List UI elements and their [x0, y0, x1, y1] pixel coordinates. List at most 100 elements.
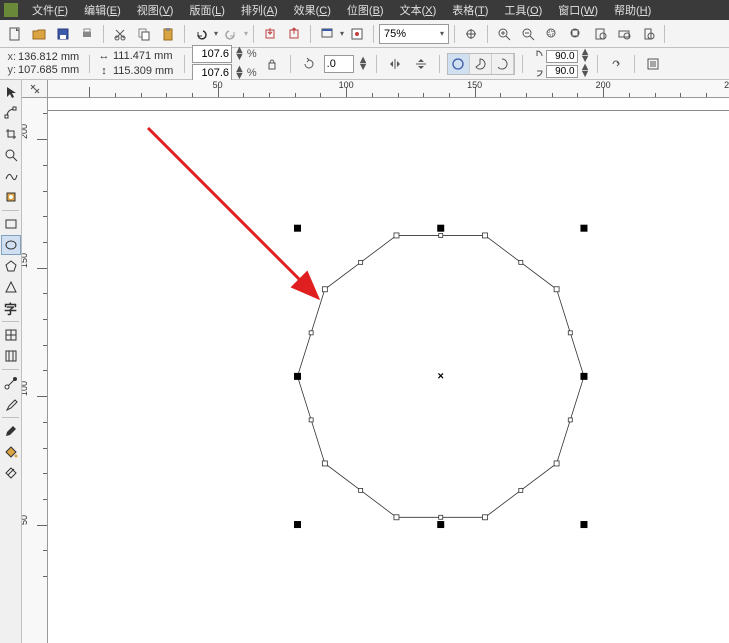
spinner[interactable]: ▲▼	[234, 66, 245, 80]
midpoint-handle[interactable]	[519, 260, 523, 264]
save-button[interactable]	[52, 23, 74, 45]
redo-drop-icon[interactable]: ▾	[244, 29, 248, 38]
object-width[interactable]: ↔ 111.471 mm	[97, 49, 177, 63]
table-tool[interactable]	[1, 325, 21, 345]
fill-tool[interactable]	[1, 442, 21, 462]
menu-table[interactable]: 表格(T)	[446, 0, 494, 20]
selection-handle[interactable]	[437, 521, 444, 528]
spinner[interactable]: ▲▼	[234, 47, 245, 61]
selection-handle[interactable]	[294, 521, 301, 528]
end-angle-input[interactable]	[546, 65, 578, 78]
menu-effects[interactable]: 效果(C)	[288, 0, 337, 20]
scale-x[interactable]: ▲▼ %	[192, 45, 257, 63]
selection-handle[interactable]	[294, 373, 301, 380]
midpoint-handle[interactable]	[309, 418, 313, 422]
mirror-h-button[interactable]	[384, 53, 406, 75]
print-button[interactable]	[76, 23, 98, 45]
node-handle[interactable]	[394, 233, 399, 238]
selection-handle[interactable]	[437, 225, 444, 232]
export-button[interactable]	[283, 23, 305, 45]
midpoint-handle[interactable]	[568, 418, 572, 422]
polygon-tool[interactable]	[1, 256, 21, 276]
zoom-in-button[interactable]	[493, 23, 515, 45]
midpoint-handle[interactable]	[359, 260, 363, 264]
zoom-out-button[interactable]	[517, 23, 539, 45]
node-handle[interactable]	[322, 461, 327, 466]
zoom-width-button[interactable]	[613, 23, 635, 45]
zoom-tool[interactable]	[1, 145, 21, 165]
ellipse-tool[interactable]	[1, 235, 21, 255]
snap-button[interactable]	[460, 23, 482, 45]
cut-button[interactable]	[109, 23, 131, 45]
menu-text[interactable]: 文本(X)	[394, 0, 443, 20]
ellipse-mode-button[interactable]	[448, 54, 470, 74]
freehand-tool[interactable]	[1, 166, 21, 186]
undo-button[interactable]	[190, 23, 212, 45]
paste-button[interactable]	[157, 23, 179, 45]
node-handle[interactable]	[482, 233, 487, 238]
zoom-all-button[interactable]	[565, 23, 587, 45]
midpoint-handle[interactable]	[439, 515, 443, 519]
node-handle[interactable]	[554, 461, 559, 466]
wrap-button[interactable]	[642, 53, 664, 75]
node-handle[interactable]	[322, 287, 327, 292]
dimension-tool[interactable]	[1, 346, 21, 366]
start-angle-input[interactable]	[546, 50, 578, 63]
redo-button[interactable]	[220, 23, 242, 45]
launcher-drop-icon[interactable]: ▾	[340, 29, 344, 38]
node-handle[interactable]	[394, 515, 399, 520]
menu-file[interactable]: 文件(F)	[26, 0, 74, 20]
midpoint-handle[interactable]	[359, 488, 363, 492]
crop-tool[interactable]	[1, 124, 21, 144]
midpoint-handle[interactable]	[439, 233, 443, 237]
app-launcher-button[interactable]	[316, 23, 338, 45]
spinner[interactable]: ▲▼	[580, 64, 591, 78]
zoom-select[interactable]: 75%	[379, 24, 449, 44]
menu-window[interactable]: 窗口(W)	[552, 0, 604, 20]
zoom-selection-button[interactable]	[541, 23, 563, 45]
welcome-button[interactable]	[346, 23, 368, 45]
midpoint-handle[interactable]	[519, 488, 523, 492]
node-handle[interactable]	[482, 515, 487, 520]
drawing-canvas[interactable]: ×	[48, 98, 729, 643]
selection-handle[interactable]	[294, 225, 301, 232]
shape-tool[interactable]	[1, 103, 21, 123]
end-angle[interactable]: ▲▼	[530, 64, 591, 78]
arc-mode-button[interactable]	[492, 54, 514, 74]
menu-arrange[interactable]: 排列(A)	[235, 0, 284, 20]
open-button[interactable]	[28, 23, 50, 45]
midpoint-handle[interactable]	[309, 331, 313, 335]
menu-layout[interactable]: 版面(L)	[183, 0, 230, 20]
blend-tool[interactable]	[1, 373, 21, 393]
selection-handle[interactable]	[580, 521, 587, 528]
pie-mode-button[interactable]	[470, 54, 492, 74]
rectangle-tool[interactable]	[1, 214, 21, 234]
menu-edit[interactable]: 编辑(E)	[78, 0, 127, 20]
selection-handle[interactable]	[580, 225, 587, 232]
object-height[interactable]: ↕ 115.309 mm	[97, 64, 177, 78]
zoom-page-button[interactable]	[589, 23, 611, 45]
import-button[interactable]	[259, 23, 281, 45]
ruler-corner[interactable]	[22, 80, 48, 98]
center-marker[interactable]: ×	[438, 370, 444, 382]
outline-tool[interactable]	[1, 421, 21, 441]
mirror-v-button[interactable]	[410, 53, 432, 75]
menu-view[interactable]: 视图(V)	[131, 0, 180, 20]
rotation-input[interactable]	[324, 55, 354, 73]
pick-tool[interactable]	[1, 82, 21, 102]
smart-fill-tool[interactable]	[1, 187, 21, 207]
selection-handle[interactable]	[580, 373, 587, 380]
interactive-fill-tool[interactable]	[1, 463, 21, 483]
spinner[interactable]: ▲▼	[358, 57, 369, 71]
midpoint-handle[interactable]	[568, 331, 572, 335]
menu-tools[interactable]: 工具(O)	[498, 0, 548, 20]
eyedropper-tool[interactable]	[1, 394, 21, 414]
copy-button[interactable]	[133, 23, 155, 45]
direction-button[interactable]	[605, 53, 627, 75]
text-tool[interactable]: 字	[1, 298, 21, 318]
ruler-vertical[interactable]: 20015010050	[22, 98, 48, 643]
scale-x-input[interactable]	[192, 45, 232, 63]
menu-help[interactable]: 帮助(H)	[608, 0, 657, 20]
node-handle[interactable]	[554, 287, 559, 292]
undo-drop-icon[interactable]: ▾	[214, 29, 218, 38]
